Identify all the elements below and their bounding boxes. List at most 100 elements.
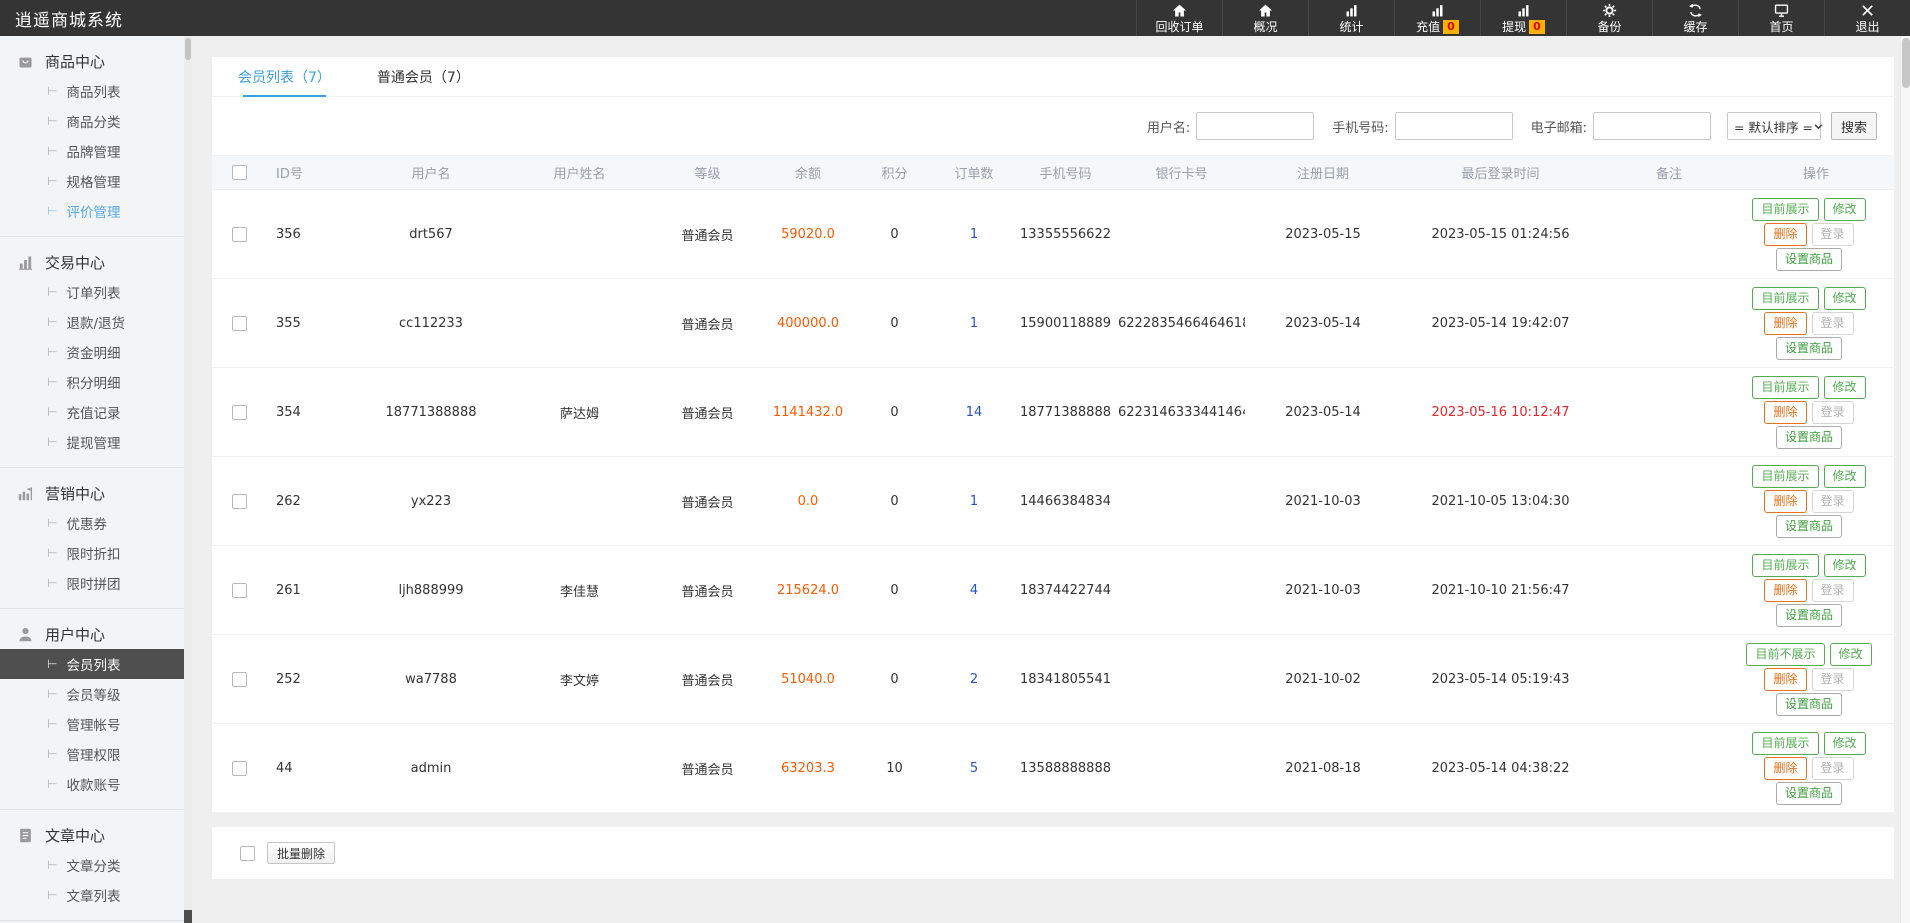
row-checkbox[interactable] <box>232 226 247 242</box>
sidebar-section-title-3[interactable]: 用户中心 <box>0 619 184 649</box>
sidebar-item-2-1[interactable]: ⊢ 限时折扣 <box>0 538 184 568</box>
nav-overview-home[interactable]: 概况 <box>1222 0 1308 36</box>
sidebar-section-title-2[interactable]: 营销中心 <box>0 478 184 508</box>
login-button[interactable]: 登录 <box>1811 311 1854 335</box>
sidebar-scrollbar[interactable] <box>184 36 192 923</box>
column-header: 订单数 <box>935 155 1013 190</box>
display-status-button[interactable]: 目前展示 <box>1752 286 1819 310</box>
display-status-button[interactable]: 目前不展示 <box>1746 642 1825 666</box>
edit-button[interactable]: 修改 <box>1823 286 1866 310</box>
set-goods-button[interactable]: 设置商品 <box>1775 781 1842 805</box>
page-scrollbar[interactable] <box>1900 36 1910 923</box>
sidebar-item-0-3[interactable]: ⊢ 规格管理 <box>0 166 184 196</box>
sort-select[interactable]: = 默认排序 = <box>1727 112 1823 140</box>
set-goods-button[interactable]: 设置商品 <box>1775 603 1842 627</box>
row-checkbox[interactable] <box>232 493 247 509</box>
nav-recycle-orders-home[interactable]: 回收订单 <box>1136 0 1222 36</box>
nav-recharge-chart[interactable]: 充值 0 <box>1394 0 1480 36</box>
sidebar-item-label: 优惠券 <box>66 517 107 533</box>
batch-delete-button[interactable]: 批量删除 <box>267 842 336 864</box>
set-goods-button[interactable]: 设置商品 <box>1775 514 1842 538</box>
login-button[interactable]: 登录 <box>1811 667 1854 691</box>
sidebar-item-1-2[interactable]: ⊢ 资金明细 <box>0 337 184 367</box>
sidebar-item-3-4[interactable]: ⊢ 收款账号 <box>0 769 184 799</box>
sidebar-item-0-4[interactable]: ⊢ 评价管理 <box>0 196 184 226</box>
edit-button[interactable]: 修改 <box>1823 464 1866 488</box>
username-input[interactable] <box>1196 112 1315 140</box>
set-goods-button[interactable]: 设置商品 <box>1775 692 1842 716</box>
display-status-button[interactable]: 目前展示 <box>1752 553 1819 577</box>
sidebar-item-1-3[interactable]: ⊢ 积分明细 <box>0 367 184 397</box>
edit-button[interactable]: 修改 <box>1823 375 1866 399</box>
sidebar-item-2-0[interactable]: ⊢ 优惠券 <box>0 508 184 538</box>
sidebar-item-1-5[interactable]: ⊢ 提现管理 <box>0 427 184 457</box>
display-status-button[interactable]: 目前展示 <box>1752 464 1819 488</box>
nav-stats-chart[interactable]: 统计 <box>1308 0 1394 36</box>
sidebar-item-0-2[interactable]: ⊢ 品牌管理 <box>0 136 184 166</box>
nav-withdraw-chart[interactable]: 提现 0 <box>1480 0 1566 36</box>
sidebar-item-4-0[interactable]: ⊢ 文章分类 <box>0 850 184 880</box>
sidebar-item-2-2[interactable]: ⊢ 限时拼团 <box>0 568 184 598</box>
display-status-button[interactable]: 目前展示 <box>1752 731 1819 755</box>
sidebar-item-4-1[interactable]: ⊢ 文章列表 <box>0 880 184 910</box>
edit-button[interactable]: 修改 <box>1823 731 1866 755</box>
delete-button[interactable]: 删除 <box>1764 756 1807 780</box>
column-header: 积分 <box>854 155 935 190</box>
row-checkbox[interactable] <box>232 671 247 687</box>
sidebar-item-0-1[interactable]: ⊢ 商品分类 <box>0 106 184 136</box>
delete-button[interactable]: 删除 <box>1764 400 1807 424</box>
sidebar-item-0-0[interactable]: ⊢ 商品列表 <box>0 76 184 106</box>
row-checkbox[interactable] <box>232 315 247 331</box>
sidebar-item-1-0[interactable]: ⊢ 订单列表 <box>0 277 184 307</box>
sidebar-section-title-4[interactable]: 文章中心 <box>0 820 184 850</box>
edit-button[interactable]: 修改 <box>1829 642 1872 666</box>
sidebar-item-label: 积分明细 <box>66 376 121 392</box>
page-scrollbar-thumb[interactable] <box>1902 38 1910 88</box>
login-button[interactable]: 登录 <box>1811 222 1854 246</box>
edit-button[interactable]: 修改 <box>1823 197 1866 221</box>
sidebar-scrollbar-thumb[interactable] <box>185 38 191 60</box>
login-button[interactable]: 登录 <box>1811 756 1854 780</box>
delete-button[interactable]: 删除 <box>1764 222 1807 246</box>
nav-cache-sync[interactable]: 缓存 <box>1652 0 1738 36</box>
tab-1[interactable]: 普通会员（7） <box>377 57 470 97</box>
sidebar-item-3-1[interactable]: ⊢ 会员等级 <box>0 679 184 709</box>
select-all-checkbox[interactable] <box>232 165 247 180</box>
sidebar-item-3-3[interactable]: ⊢ 管理权限 <box>0 739 184 769</box>
phone-input[interactable] <box>1394 112 1513 140</box>
nav-backup-gear[interactable]: 备份 <box>1566 0 1652 36</box>
sidebar-section-title-1[interactable]: 交易中心 <box>0 247 184 277</box>
display-status-button[interactable]: 目前展示 <box>1752 375 1819 399</box>
row-checkbox[interactable] <box>232 582 247 598</box>
batch-checkbox[interactable] <box>240 845 255 861</box>
sidebar-section-title-0[interactable]: 商品中心 <box>0 46 184 76</box>
nav-homepage-monitor[interactable]: 首页 <box>1738 0 1824 36</box>
login-button[interactable]: 登录 <box>1811 489 1854 513</box>
sidebar-item-1-4[interactable]: ⊢ 充值记录 <box>0 397 184 427</box>
sidebar-item-label: 管理权限 <box>66 748 121 764</box>
delete-button[interactable]: 删除 <box>1764 311 1807 335</box>
row-checkbox[interactable] <box>232 760 247 776</box>
login-button[interactable]: 登录 <box>1811 578 1854 602</box>
delete-button[interactable]: 删除 <box>1764 489 1807 513</box>
set-goods-button[interactable]: 设置商品 <box>1775 425 1842 449</box>
tab-0[interactable]: 会员列表（7） <box>238 57 331 97</box>
sidebar-item-1-1[interactable]: ⊢ 退款/退货 <box>0 307 184 337</box>
login-button[interactable]: 登录 <box>1811 400 1854 424</box>
action-line-2: 删除 登录 <box>1738 311 1880 335</box>
sidebar-item-3-2[interactable]: ⊢ 管理帐号 <box>0 709 184 739</box>
action-line-2: 删除 登录 <box>1738 756 1880 780</box>
sidebar-item-3-0[interactable]: ⊢ 会员列表 <box>0 649 184 679</box>
search-button[interactable]: 搜索 <box>1831 112 1877 140</box>
row-checkbox[interactable] <box>232 404 247 420</box>
action-line-2: 删除 登录 <box>1738 400 1880 424</box>
order-count: 1 <box>935 278 1013 368</box>
display-status-button[interactable]: 目前展示 <box>1752 197 1819 221</box>
edit-button[interactable]: 修改 <box>1823 553 1866 577</box>
nav-logout-close[interactable]: 退出 <box>1824 0 1910 36</box>
email-input[interactable] <box>1593 112 1711 140</box>
set-goods-button[interactable]: 设置商品 <box>1775 336 1842 360</box>
delete-button[interactable]: 删除 <box>1764 667 1807 691</box>
delete-button[interactable]: 删除 <box>1764 578 1807 602</box>
set-goods-button[interactable]: 设置商品 <box>1775 247 1842 271</box>
